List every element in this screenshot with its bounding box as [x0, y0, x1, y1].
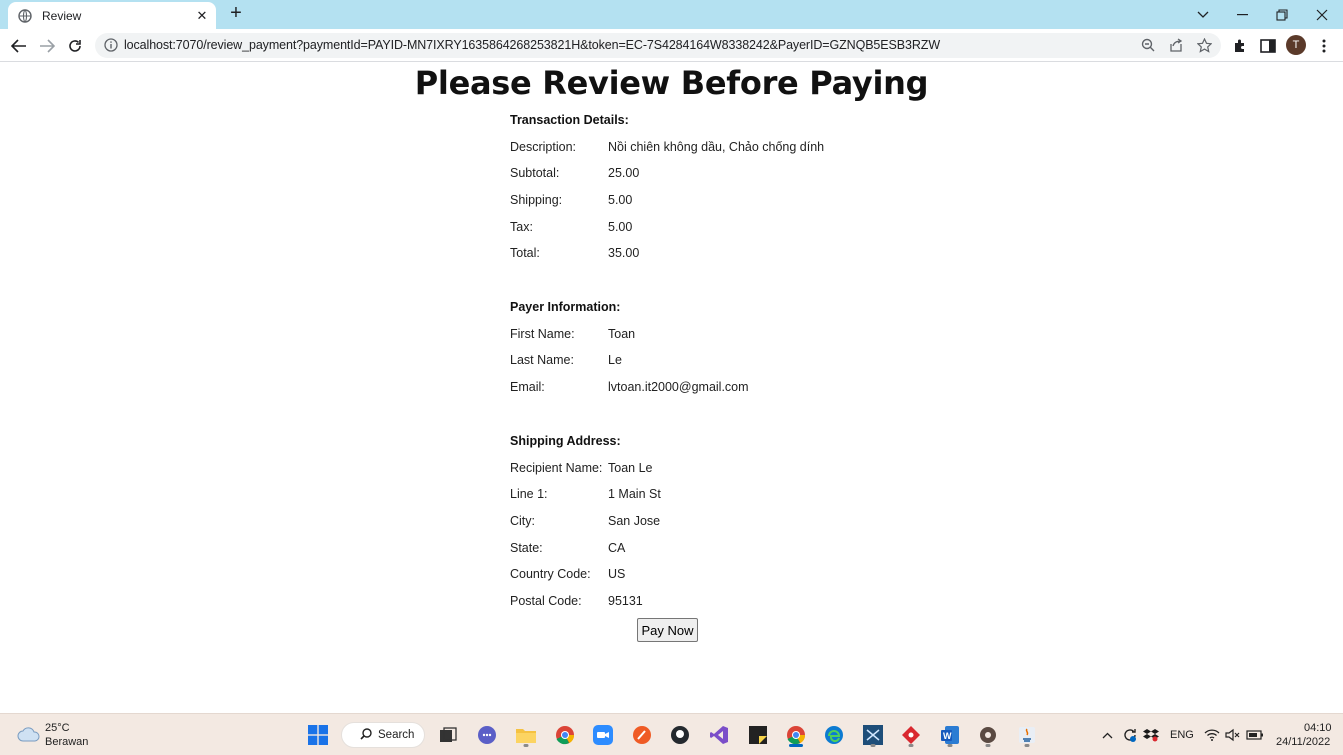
search-label: Search — [378, 729, 415, 741]
restore-button[interactable] — [1262, 0, 1302, 29]
weather-description[interactable]: Berawan — [45, 736, 88, 748]
cloud-weather-icon[interactable] — [17, 724, 41, 744]
word-icon[interactable]: W — [936, 721, 964, 749]
close-tab-icon[interactable]: ✕ — [194, 8, 210, 24]
subtotal-label: Subtotal: — [510, 166, 560, 180]
line1-label: Line 1: — [510, 487, 548, 501]
kebab-menu-icon[interactable] — [1315, 37, 1333, 55]
clock-time[interactable]: 04:10 — [1304, 722, 1332, 734]
share-icon[interactable] — [1168, 37, 1184, 53]
weather-temperature[interactable]: 25°C — [45, 722, 70, 734]
tab-title: Review — [42, 8, 82, 23]
page-title: Please Review Before Paying — [414, 64, 929, 102]
line1-value: 1 Main St — [608, 487, 661, 501]
first-name-value: Toan — [608, 327, 636, 341]
transaction-details-heading: Transaction Details: — [510, 113, 629, 127]
last-name-label: Last Name: — [510, 353, 574, 367]
profile-avatar[interactable]: T — [1286, 35, 1306, 55]
tax-value: 5.00 — [608, 220, 633, 234]
zoom-app-icon[interactable] — [589, 721, 617, 749]
teams-chat-icon[interactable] — [473, 721, 501, 749]
description-label: Description: — [510, 140, 576, 154]
url-text: localhost:7070/review_payment?paymentId=… — [124, 38, 941, 52]
country-code-label: Country Code: — [510, 567, 591, 581]
browser-tab-bar: Review ✕ + — [0, 0, 1343, 29]
recipient-name-label: Recipient Name: — [510, 461, 603, 475]
total-value: 35.00 — [608, 246, 640, 260]
zoom-icon[interactable] — [1140, 37, 1156, 53]
chrome-icon[interactable] — [551, 721, 579, 749]
back-arrow-icon[interactable] — [8, 35, 30, 57]
city-value: San Jose — [608, 514, 661, 528]
windows-taskbar: 25°C Berawan Search W ENG 04:10 24/11/20… — [0, 713, 1343, 755]
settings-gear-icon[interactable] — [974, 721, 1002, 749]
visual-studio-icon[interactable] — [705, 721, 733, 749]
address-bar[interactable]: localhost:7070/review_payment?paymentId=… — [95, 33, 1221, 58]
svg-text:W: W — [943, 731, 952, 741]
email-label: Email: — [510, 380, 545, 394]
shipping-value: 5.00 — [608, 193, 633, 207]
dropbox-icon[interactable] — [1139, 721, 1163, 749]
first-name-label: First Name: — [510, 327, 575, 341]
clock-date[interactable]: 24/11/2022 — [1276, 736, 1330, 748]
browser-toolbar: localhost:7070/review_payment?paymentId=… — [0, 29, 1343, 62]
postal-code-label: Postal Code: — [510, 594, 582, 608]
taskbar-search[interactable]: Search — [341, 722, 425, 748]
git-extension-icon[interactable] — [897, 721, 925, 749]
description-value: Nồi chiên không dầu, Chảo chống dính — [608, 140, 825, 154]
edge-icon[interactable] — [820, 721, 848, 749]
side-panel-icon[interactable] — [1259, 37, 1277, 55]
windows-start-icon[interactable] — [304, 721, 332, 749]
tax-label: Tax: — [510, 220, 533, 234]
shipping-address-heading: Shipping Address: — [510, 434, 621, 448]
postal-code-value: 95131 — [608, 594, 643, 608]
state-value: CA — [608, 541, 626, 555]
tab-search-chevron-icon[interactable] — [1183, 0, 1223, 29]
language-indicator[interactable]: ENG — [1170, 729, 1194, 741]
globe-icon — [18, 8, 32, 23]
close-window-button[interactable] — [1302, 0, 1342, 29]
reload-icon[interactable] — [64, 35, 86, 57]
total-label: Total: — [510, 246, 540, 260]
search-icon — [360, 727, 372, 743]
file-explorer-icon[interactable] — [512, 721, 540, 749]
bookmark-star-icon[interactable] — [1196, 37, 1212, 53]
sql-server-icon[interactable] — [859, 721, 887, 749]
sticky-notes-icon[interactable] — [744, 721, 772, 749]
minimize-button[interactable] — [1222, 0, 1262, 29]
city-label: City: — [510, 514, 535, 528]
payer-information-heading: Payer Information: — [510, 300, 621, 314]
subtotal-value: 25.00 — [608, 166, 640, 180]
shipping-label: Shipping: — [510, 193, 563, 207]
forward-arrow-icon[interactable] — [36, 35, 58, 57]
chevron-up-icon[interactable] — [1095, 721, 1119, 749]
site-info-icon[interactable] — [104, 38, 118, 52]
pay-now-button[interactable]: Pay Now — [637, 618, 698, 642]
recipient-name-value: Toan Le — [608, 461, 653, 475]
speaker-muted-icon[interactable] — [1221, 721, 1245, 749]
postman-icon[interactable] — [628, 721, 656, 749]
state-label: State: — [510, 541, 543, 555]
new-tab-button[interactable]: + — [226, 3, 246, 24]
java-icon[interactable] — [1013, 721, 1041, 749]
task-view-icon[interactable] — [434, 721, 462, 749]
battery-charging-icon[interactable] — [1243, 721, 1267, 749]
chrome-active-icon[interactable] — [782, 721, 810, 749]
browser-tab[interactable]: Review ✕ — [8, 2, 216, 29]
email-value: lvtoan.it2000@gmail.com — [608, 380, 749, 394]
last-name-value: Le — [608, 353, 622, 367]
github-desktop-icon[interactable] — [666, 721, 694, 749]
extensions-puzzle-icon[interactable] — [1231, 37, 1249, 55]
country-code-value: US — [608, 567, 626, 581]
